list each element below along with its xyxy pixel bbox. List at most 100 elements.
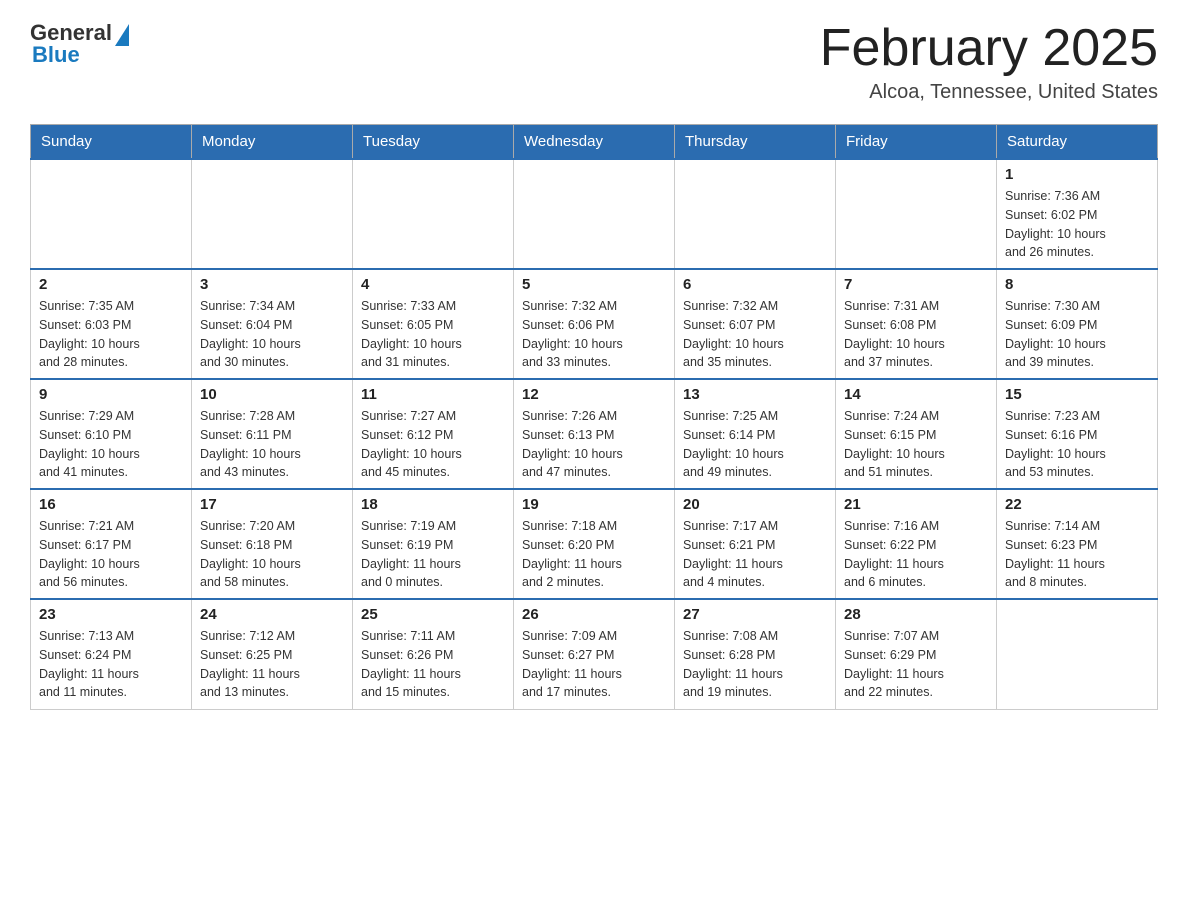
day-number: 13: [683, 386, 827, 403]
day-info: Sunrise: 7:08 AM Sunset: 6:28 PM Dayligh…: [683, 627, 827, 702]
day-header-saturday: Saturday: [997, 125, 1158, 160]
calendar-cell: 13 Sunrise: 7:25 AM Sunset: 6:14 PM Dayli…: [675, 379, 836, 489]
calendar-cell: [31, 159, 192, 269]
calendar-cell: 2 Sunrise: 7:35 AM Sunset: 6:03 PM Daylig…: [31, 269, 192, 379]
day-info: Sunrise: 7:32 AM Sunset: 6:07 PM Dayligh…: [683, 297, 827, 372]
calendar-cell: 20Sunrise: 7:17 AM Sunset: 6:21 PM Dayli…: [675, 489, 836, 599]
day-number: 10: [200, 386, 344, 403]
calendar-cell: 26 Sunrise: 7:09 AM Sunset: 6:27 PM Dayli…: [514, 599, 675, 709]
day-info: Sunrise: 7:18 AM Sunset: 6:20 PM Dayligh…: [522, 517, 666, 592]
day-number: 15: [1005, 386, 1149, 403]
calendar-cell: 9 Sunrise: 7:29 AM Sunset: 6:10 PM Daylig…: [31, 379, 192, 489]
calendar-cell: 24 Sunrise: 7:12 AM Sunset: 6:25 PM Dayli…: [192, 599, 353, 709]
day-number: 19: [522, 496, 666, 513]
week-row-2: 2 Sunrise: 7:35 AM Sunset: 6:03 PM Daylig…: [31, 269, 1158, 379]
day-number: 28: [844, 606, 988, 623]
calendar-cell: 3 Sunrise: 7:34 AM Sunset: 6:04 PM Daylig…: [192, 269, 353, 379]
day-info: Sunrise: 7:36 AM Sunset: 6:02 PM Dayligh…: [1005, 187, 1149, 262]
day-number: 25: [361, 606, 505, 623]
day-info: Sunrise: 7:19 AM Sunset: 6:19 PM Dayligh…: [361, 517, 505, 592]
calendar-title: February 2025: [820, 20, 1158, 77]
day-info: Sunrise: 7:23 AM Sunset: 6:16 PM Dayligh…: [1005, 407, 1149, 482]
calendar-cell: 6Sunrise: 7:32 AM Sunset: 6:07 PM Daylig…: [675, 269, 836, 379]
day-number: 7: [844, 276, 988, 293]
week-row-1: 1 Sunrise: 7:36 AM Sunset: 6:02 PM Daylig…: [31, 159, 1158, 269]
day-number: 17: [200, 496, 344, 513]
day-number: 1: [1005, 166, 1149, 183]
day-info: Sunrise: 7:28 AM Sunset: 6:11 PM Dayligh…: [200, 407, 344, 482]
day-info: Sunrise: 7:14 AM Sunset: 6:23 PM Dayligh…: [1005, 517, 1149, 592]
logo-triangle-icon: [115, 24, 129, 46]
calendar-cell: 8 Sunrise: 7:30 AM Sunset: 6:09 PM Daylig…: [997, 269, 1158, 379]
day-info: Sunrise: 7:09 AM Sunset: 6:27 PM Dayligh…: [522, 627, 666, 702]
page-header: General Blue February 2025 Alcoa, Tennes…: [30, 20, 1158, 104]
logo-blue-text: Blue: [32, 42, 80, 68]
day-info: Sunrise: 7:26 AM Sunset: 6:13 PM Dayligh…: [522, 407, 666, 482]
calendar-cell: 28 Sunrise: 7:07 AM Sunset: 6:29 PM Dayli…: [836, 599, 997, 709]
day-header-thursday: Thursday: [675, 125, 836, 160]
day-number: 4: [361, 276, 505, 293]
calendar-cell: 12 Sunrise: 7:26 AM Sunset: 6:13 PM Dayli…: [514, 379, 675, 489]
day-info: Sunrise: 7:31 AM Sunset: 6:08 PM Dayligh…: [844, 297, 988, 372]
calendar-cell: 27 Sunrise: 7:08 AM Sunset: 6:28 PM Dayli…: [675, 599, 836, 709]
day-info: Sunrise: 7:21 AM Sunset: 6:17 PM Dayligh…: [39, 517, 183, 592]
day-info: Sunrise: 7:16 AM Sunset: 6:22 PM Dayligh…: [844, 517, 988, 592]
day-header-friday: Friday: [836, 125, 997, 160]
day-number: 8: [1005, 276, 1149, 293]
day-number: 2: [39, 276, 183, 293]
day-info: Sunrise: 7:33 AM Sunset: 6:05 PM Dayligh…: [361, 297, 505, 372]
day-number: 21: [844, 496, 988, 513]
day-info: Sunrise: 7:12 AM Sunset: 6:25 PM Dayligh…: [200, 627, 344, 702]
day-info: Sunrise: 7:11 AM Sunset: 6:26 PM Dayligh…: [361, 627, 505, 702]
calendar-subtitle: Alcoa, Tennessee, United States: [820, 81, 1158, 104]
calendar-cell: 5 Sunrise: 7:32 AM Sunset: 6:06 PM Daylig…: [514, 269, 675, 379]
week-row-3: 9 Sunrise: 7:29 AM Sunset: 6:10 PM Daylig…: [31, 379, 1158, 489]
calendar-cell: 23Sunrise: 7:13 AM Sunset: 6:24 PM Dayli…: [31, 599, 192, 709]
day-number: 11: [361, 386, 505, 403]
calendar-cell: [836, 159, 997, 269]
day-number: 9: [39, 386, 183, 403]
calendar-table: SundayMondayTuesdayWednesdayThursdayFrid…: [30, 124, 1158, 710]
day-info: Sunrise: 7:32 AM Sunset: 6:06 PM Dayligh…: [522, 297, 666, 372]
day-info: Sunrise: 7:29 AM Sunset: 6:10 PM Dayligh…: [39, 407, 183, 482]
calendar-cell: 21 Sunrise: 7:16 AM Sunset: 6:22 PM Dayli…: [836, 489, 997, 599]
calendar-cell: 15 Sunrise: 7:23 AM Sunset: 6:16 PM Dayli…: [997, 379, 1158, 489]
day-info: Sunrise: 7:25 AM Sunset: 6:14 PM Dayligh…: [683, 407, 827, 482]
day-info: Sunrise: 7:24 AM Sunset: 6:15 PM Dayligh…: [844, 407, 988, 482]
calendar-cell: 1 Sunrise: 7:36 AM Sunset: 6:02 PM Daylig…: [997, 159, 1158, 269]
day-info: Sunrise: 7:20 AM Sunset: 6:18 PM Dayligh…: [200, 517, 344, 592]
day-number: 26: [522, 606, 666, 623]
day-info: Sunrise: 7:35 AM Sunset: 6:03 PM Dayligh…: [39, 297, 183, 372]
day-number: 23: [39, 606, 183, 623]
day-info: Sunrise: 7:07 AM Sunset: 6:29 PM Dayligh…: [844, 627, 988, 702]
calendar-cell: 11 Sunrise: 7:27 AM Sunset: 6:12 PM Dayli…: [353, 379, 514, 489]
calendar-cell: [353, 159, 514, 269]
day-header-tuesday: Tuesday: [353, 125, 514, 160]
day-header-wednesday: Wednesday: [514, 125, 675, 160]
week-row-4: 16 Sunrise: 7:21 AM Sunset: 6:17 PM Dayli…: [31, 489, 1158, 599]
day-number: 14: [844, 386, 988, 403]
calendar-cell: 16 Sunrise: 7:21 AM Sunset: 6:17 PM Dayli…: [31, 489, 192, 599]
day-info: Sunrise: 7:30 AM Sunset: 6:09 PM Dayligh…: [1005, 297, 1149, 372]
day-number: 3: [200, 276, 344, 293]
day-number: 16: [39, 496, 183, 513]
day-number: 12: [522, 386, 666, 403]
day-info: Sunrise: 7:27 AM Sunset: 6:12 PM Dayligh…: [361, 407, 505, 482]
calendar-cell: [514, 159, 675, 269]
calendar-cell: [675, 159, 836, 269]
calendar-cell: 25 Sunrise: 7:11 AM Sunset: 6:26 PM Dayli…: [353, 599, 514, 709]
calendar-cell: 10 Sunrise: 7:28 AM Sunset: 6:11 PM Dayli…: [192, 379, 353, 489]
calendar-cell: 17 Sunrise: 7:20 AM Sunset: 6:18 PM Dayli…: [192, 489, 353, 599]
day-number: 5: [522, 276, 666, 293]
logo: General Blue: [30, 20, 129, 68]
calendar-cell: 22Sunrise: 7:14 AM Sunset: 6:23 PM Dayli…: [997, 489, 1158, 599]
day-number: 27: [683, 606, 827, 623]
calendar-cell: 18Sunrise: 7:19 AM Sunset: 6:19 PM Dayli…: [353, 489, 514, 599]
day-info: Sunrise: 7:17 AM Sunset: 6:21 PM Dayligh…: [683, 517, 827, 592]
day-info: Sunrise: 7:34 AM Sunset: 6:04 PM Dayligh…: [200, 297, 344, 372]
day-number: 24: [200, 606, 344, 623]
calendar-cell: 7 Sunrise: 7:31 AM Sunset: 6:08 PM Daylig…: [836, 269, 997, 379]
calendar-cell: 4 Sunrise: 7:33 AM Sunset: 6:05 PM Daylig…: [353, 269, 514, 379]
title-section: February 2025 Alcoa, Tennessee, United S…: [820, 20, 1158, 104]
calendar-cell: [997, 599, 1158, 709]
